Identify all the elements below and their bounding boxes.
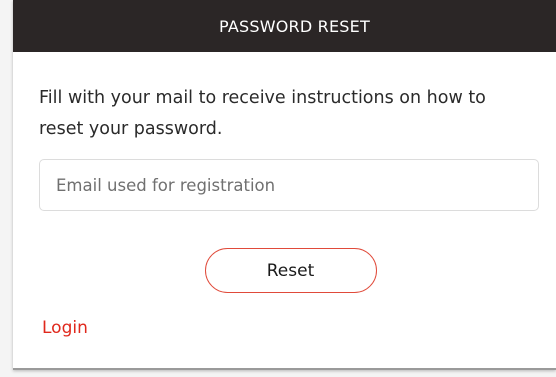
dialog-content: Fill with your mail to receive instructi… <box>13 52 556 211</box>
reset-button-row: Reset <box>13 248 556 293</box>
dialog-header: PASSWORD RESET <box>13 0 556 52</box>
login-link[interactable]: Login <box>42 318 88 338</box>
email-field[interactable] <box>39 159 539 211</box>
dialog-title: PASSWORD RESET <box>219 16 370 36</box>
reset-button[interactable]: Reset <box>204 248 377 293</box>
instructions-text: Fill with your mail to receive instructi… <box>39 88 486 139</box>
password-reset-dialog: PASSWORD RESET Fill with your mail to re… <box>13 0 556 370</box>
